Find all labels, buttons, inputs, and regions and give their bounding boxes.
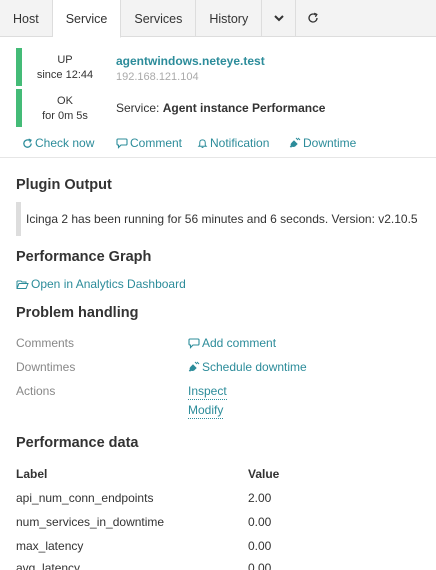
- comments-label: Comments: [16, 336, 75, 350]
- service-title: Service: Agent instance Performance: [116, 101, 325, 115]
- action-bar: Check now Comment Notification Downtime: [0, 130, 436, 158]
- tab-host[interactable]: Host: [0, 0, 53, 37]
- refresh-button[interactable]: [296, 0, 330, 37]
- host-state-since: since 12:44: [36, 69, 94, 81]
- tab-history[interactable]: History: [196, 0, 263, 37]
- comment-icon: [188, 338, 200, 349]
- notification-button[interactable]: Notification: [197, 136, 269, 150]
- analytics-dashboard-label: Open in Analytics Dashboard: [31, 277, 186, 291]
- service-state-since: for 0m 5s: [42, 110, 88, 122]
- plug-icon: [289, 137, 301, 148]
- analytics-dashboard-link[interactable]: Open in Analytics Dashboard: [16, 277, 186, 291]
- service-name: Agent instance Performance: [162, 101, 326, 115]
- perf-row-label: num_services_in_downtime: [16, 515, 165, 529]
- inspect-link[interactable]: Inspect: [188, 384, 227, 400]
- add-comment-link[interactable]: Add comment: [188, 336, 276, 350]
- performance-graph-title: Performance Graph: [16, 249, 152, 265]
- perf-row-value: 0.00: [248, 515, 272, 529]
- add-comment-label: Add comment: [202, 336, 277, 350]
- service-state: OK: [57, 95, 73, 107]
- host-name-link[interactable]: agentwindows.neteye.test: [116, 54, 265, 68]
- plugin-output-text: Icinga 2 has been running for 56 minutes…: [16, 202, 426, 236]
- notification-label: Notification: [210, 136, 270, 150]
- service-status-row: OK for 0m 5s Service: Agent instance Per…: [16, 89, 436, 127]
- chevron-down-icon: [274, 15, 284, 22]
- tab-bar: Host Service Services History: [0, 0, 436, 38]
- perf-row-label: api_num_conn_endpoints: [16, 491, 154, 505]
- check-now-button[interactable]: Check now: [22, 136, 94, 150]
- perf-col-value: Value: [248, 467, 280, 481]
- downtime-label: Downtime: [303, 136, 357, 150]
- tab-more-button[interactable]: [262, 0, 297, 37]
- plug-icon: [188, 361, 200, 372]
- refresh-icon: [23, 138, 32, 148]
- perf-row-label: max_latency: [16, 539, 84, 553]
- comment-button[interactable]: Comment: [116, 136, 182, 150]
- bell-icon: [197, 139, 208, 148]
- host-ip: 192.168.121.104: [116, 71, 199, 83]
- host-state-badge: UP since 12:44: [16, 48, 108, 86]
- modify-link[interactable]: Modify: [188, 403, 224, 419]
- perf-row-value: 0.00: [248, 561, 272, 570]
- tab-service[interactable]: Service: [52, 0, 122, 38]
- schedule-downtime-link[interactable]: Schedule downtime: [188, 360, 307, 374]
- plugin-output-title: Plugin Output: [16, 177, 112, 193]
- service-state-badge: OK for 0m 5s: [16, 89, 108, 127]
- host-state: UP: [57, 54, 73, 66]
- perf-row-value: 2.00: [248, 491, 272, 505]
- schedule-downtime-label: Schedule downtime: [202, 360, 307, 374]
- refresh-icon: [308, 12, 318, 23]
- comment-icon: [116, 138, 128, 149]
- downtimes-label: Downtimes: [16, 360, 76, 374]
- tab-services[interactable]: Services: [121, 0, 197, 37]
- actions-label: Actions: [16, 384, 56, 398]
- host-status-row: UP since 12:44 agentwindows.neteye.test …: [16, 48, 436, 86]
- perf-col-label: Label: [16, 467, 48, 481]
- perf-row-value: 0.00: [248, 539, 272, 553]
- folder-open-icon: [16, 280, 29, 289]
- check-now-label: Check now: [35, 136, 95, 150]
- downtime-button[interactable]: Downtime: [289, 136, 356, 150]
- perf-row-label: avg_latency: [16, 561, 81, 570]
- service-prefix: Service:: [116, 101, 160, 115]
- performance-data-title: Performance data: [16, 435, 139, 451]
- comment-label: Comment: [130, 136, 183, 150]
- problem-handling-title: Problem handling: [16, 305, 139, 321]
